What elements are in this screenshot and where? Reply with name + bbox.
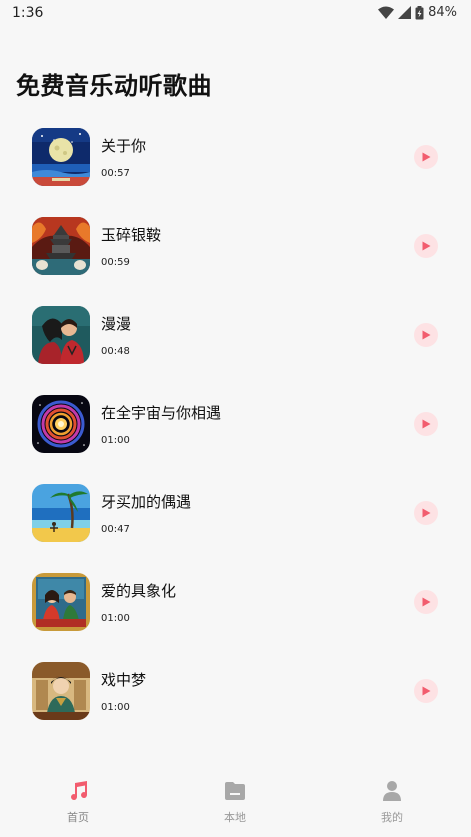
couple-cover bbox=[32, 306, 90, 364]
bottom-nav: 首页 本地 我的 bbox=[0, 767, 471, 837]
list-item[interactable]: 玉碎银鞍 00:59 bbox=[0, 217, 471, 306]
status-bar: 1:36 84% bbox=[0, 0, 471, 28]
tab-mine-label: 我的 bbox=[381, 811, 403, 824]
moon-night-cover bbox=[32, 128, 90, 186]
song-list: 关于你 00:57 玉碎银鞍 00:59 漫漫 00:48 在全宇宙与你相遇 0… bbox=[0, 128, 471, 751]
person-icon bbox=[383, 781, 401, 801]
song-duration: 01:00 bbox=[101, 435, 130, 446]
song-duration: 00:48 bbox=[101, 346, 130, 357]
play-button[interactable] bbox=[414, 679, 438, 703]
beach-palm-cover bbox=[32, 484, 90, 542]
play-button[interactable] bbox=[414, 323, 438, 347]
battery-percent: 84% bbox=[428, 5, 457, 20]
cosmic-vortex-cover bbox=[32, 395, 90, 453]
play-button[interactable] bbox=[414, 590, 438, 614]
list-item[interactable]: 漫漫 00:48 bbox=[0, 306, 471, 395]
play-icon bbox=[422, 419, 431, 429]
song-title: 爱的具象化 bbox=[101, 582, 177, 600]
tab-mine[interactable]: 我的 bbox=[352, 779, 432, 825]
song-title: 玉碎银鞍 bbox=[101, 226, 162, 244]
play-icon bbox=[422, 686, 431, 696]
song-duration: 00:47 bbox=[101, 524, 130, 535]
song-duration: 01:00 bbox=[101, 702, 130, 713]
play-icon bbox=[422, 508, 431, 518]
tab-local[interactable]: 本地 bbox=[195, 779, 275, 825]
music-note-icon bbox=[71, 781, 88, 801]
cell-signal-icon bbox=[398, 6, 412, 19]
play-button[interactable] bbox=[414, 145, 438, 169]
status-time: 1:36 bbox=[12, 5, 44, 21]
play-icon bbox=[422, 241, 431, 251]
song-title: 在全宇宙与你相遇 bbox=[101, 404, 222, 422]
song-title: 戏中梦 bbox=[101, 671, 147, 689]
list-item[interactable]: 在全宇宙与你相遇 01:00 bbox=[0, 395, 471, 484]
list-item[interactable]: 关于你 00:57 bbox=[0, 128, 471, 217]
list-item[interactable]: 爱的具象化 01:00 bbox=[0, 573, 471, 662]
song-title: 漫漫 bbox=[101, 315, 132, 333]
opera-lady-cover bbox=[32, 662, 90, 720]
play-button[interactable] bbox=[414, 501, 438, 525]
tab-home-label: 首页 bbox=[67, 811, 89, 824]
song-duration: 00:59 bbox=[101, 257, 130, 268]
tab-home[interactable]: 首页 bbox=[38, 779, 118, 825]
tab-local-label: 本地 bbox=[224, 811, 246, 824]
song-title: 牙买加的偶遇 bbox=[101, 493, 192, 511]
wifi-icon bbox=[378, 6, 395, 19]
couple-window-cover bbox=[32, 573, 90, 631]
song-duration: 01:00 bbox=[101, 613, 130, 624]
page-title: 免费音乐动听歌曲 bbox=[16, 72, 212, 100]
play-icon bbox=[422, 330, 431, 340]
song-title: 关于你 bbox=[101, 137, 147, 155]
folder-icon bbox=[225, 782, 245, 800]
pagoda-fire-cover bbox=[32, 217, 90, 275]
play-button[interactable] bbox=[414, 234, 438, 258]
play-icon bbox=[422, 152, 431, 162]
song-duration: 00:57 bbox=[101, 168, 130, 179]
list-item[interactable]: 戏中梦 01:00 bbox=[0, 662, 471, 751]
status-icons: 84% bbox=[378, 5, 457, 20]
list-item[interactable]: 牙买加的偶遇 00:47 bbox=[0, 484, 471, 573]
play-icon bbox=[422, 597, 431, 607]
play-button[interactable] bbox=[414, 412, 438, 436]
battery-icon bbox=[415, 5, 424, 19]
